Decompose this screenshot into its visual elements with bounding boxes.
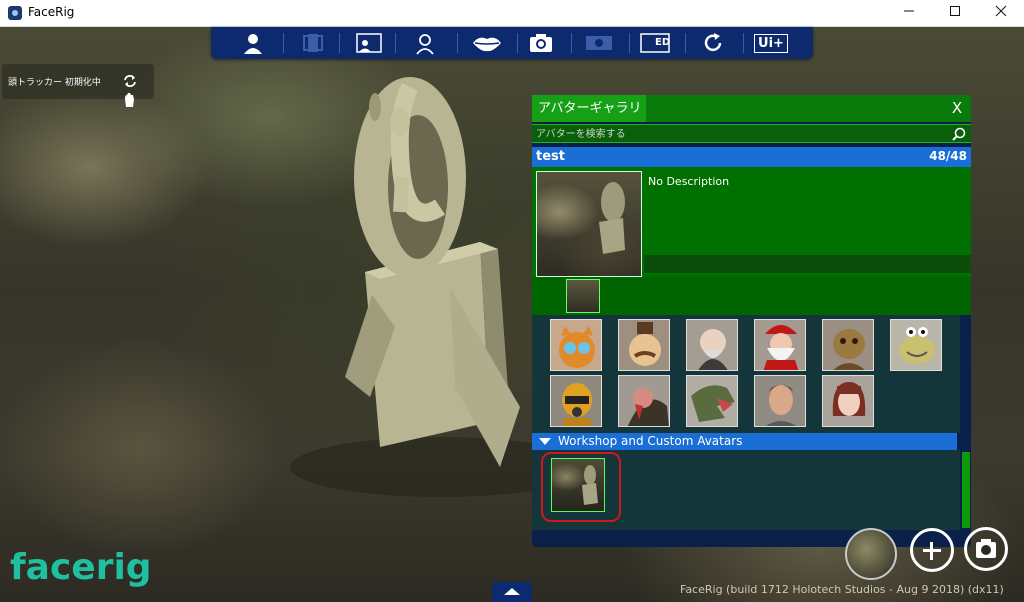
avatar-count: 48/48: [929, 149, 967, 163]
build-info: FaceRig (build 1712 Holotech Studios - A…: [680, 583, 1004, 596]
hand-icon[interactable]: [123, 92, 135, 108]
toolbar-separator: [571, 33, 572, 53]
man-avatar[interactable]: [754, 375, 806, 427]
selected-avatar-preview: [536, 171, 642, 277]
tracking-icon: [416, 34, 434, 55]
avatar-gallery-panel: アバターギャラリー X test 48/48 No Description: [532, 95, 971, 547]
refresh-icon[interactable]: [123, 74, 137, 88]
toolbar-separator: [283, 33, 284, 53]
selected-avatar-name: test: [536, 149, 565, 164]
worm-face-icon: [899, 327, 935, 364]
reset-icon: [704, 33, 722, 52]
detail-strip: [644, 255, 971, 273]
toolbar-separator: [339, 33, 340, 53]
facerig-logo: facerig: [10, 547, 152, 588]
film-icon: [586, 36, 612, 50]
turkey-avatar[interactable]: [618, 375, 670, 427]
avatar-preview-button[interactable]: [845, 528, 897, 580]
facerig-app-icon: [8, 6, 22, 20]
reset-tab[interactable]: [689, 29, 737, 57]
santa-avatar[interactable]: [754, 319, 806, 371]
avatar-variant-thumb[interactable]: [566, 279, 600, 313]
toolbar-separator: [457, 33, 458, 53]
old-man-avatar[interactable]: [686, 319, 738, 371]
dinosaur-face-icon: [691, 385, 735, 422]
orange-cat-avatar[interactable]: [550, 319, 602, 371]
toolbar-separator: [629, 33, 630, 53]
expand-panel-tab[interactable]: [492, 582, 532, 602]
background-tab[interactable]: [289, 29, 337, 57]
tracker-status-box: 頭トラッカー 初期化中: [2, 64, 154, 107]
old-man-face-icon: [698, 329, 728, 370]
search-icon[interactable]: [952, 127, 966, 141]
ui-plus-tab[interactable]: Ui+: [747, 29, 795, 57]
woman-face-icon: [832, 382, 866, 416]
camera-icon: [530, 34, 552, 52]
goblin-face-icon: [833, 329, 865, 370]
avatar-variant-row: [532, 277, 971, 315]
background-icon: [303, 34, 323, 52]
avatar-grid: [532, 315, 960, 433]
camera-capture-icon: [976, 539, 996, 558]
window-title: FaceRig: [28, 5, 75, 19]
scene-icon: [356, 33, 382, 53]
main-toolbar: ED Ui+: [211, 27, 813, 59]
robot-avatar[interactable]: [550, 375, 602, 427]
avatar-detail: No Description: [532, 167, 971, 277]
avatar-description: No Description: [648, 175, 730, 188]
avatar-search-bar: [532, 124, 971, 144]
camera-capture-button[interactable]: [964, 527, 1008, 571]
scene-tab[interactable]: [345, 29, 393, 57]
worm-avatar[interactable]: [890, 319, 942, 371]
toolbar-separator: [743, 33, 744, 53]
maximize-button[interactable]: [932, 0, 978, 26]
close-window-button[interactable]: [978, 0, 1024, 26]
toolbar-separator: [685, 33, 686, 53]
robot-face-icon: [561, 383, 593, 426]
avatar-tab[interactable]: [229, 29, 277, 57]
minimize-icon: [904, 10, 914, 12]
workshop-avatar-list: [532, 450, 960, 530]
toolbar-separator: [395, 33, 396, 53]
mustache-man-avatar[interactable]: [618, 319, 670, 371]
tracker-icons: [123, 73, 154, 112]
add-button[interactable]: [910, 528, 954, 572]
close-icon: [995, 5, 1007, 17]
ed-label: ED: [655, 37, 671, 48]
minimize-button[interactable]: [886, 0, 932, 26]
red-highlight-annotation: [541, 452, 621, 522]
avatar-search-input[interactable]: [532, 125, 948, 144]
snapshot-tab[interactable]: [517, 29, 565, 57]
gallery-title-tab[interactable]: アバターギャラリー: [532, 95, 646, 143]
collapse-arrow-icon: [539, 438, 551, 445]
window-title-bar: FaceRig: [0, 0, 1024, 27]
goblin-avatar[interactable]: [822, 319, 874, 371]
man-face-icon: [765, 385, 797, 426]
record-tab[interactable]: [575, 29, 623, 57]
dinosaur-avatar[interactable]: [686, 375, 738, 427]
gallery-scroll-thumb[interactable]: [962, 452, 970, 528]
selected-avatar-bar: test 48/48: [532, 147, 971, 167]
mustache-face-icon: [629, 322, 661, 366]
avatar-thumbnail-figure: [599, 182, 625, 254]
maximize-icon: [950, 6, 960, 16]
tracking-tab[interactable]: [401, 29, 449, 57]
gallery-header: アバターギャラリー X: [532, 95, 971, 143]
tracker-status-text: 頭トラッカー 初期化中: [8, 78, 101, 88]
ui-plus-icon: Ui+: [754, 33, 788, 53]
workshop-section-header[interactable]: Workshop and Custom Avatars: [532, 433, 957, 450]
ed-tab[interactable]: ED: [631, 29, 679, 57]
woman-avatar[interactable]: [822, 375, 874, 427]
workshop-section-label: Workshop and Custom Avatars: [558, 434, 743, 448]
gallery-close-button[interactable]: X: [947, 98, 967, 118]
avatar-icon: [244, 34, 262, 54]
lips-tab[interactable]: [463, 29, 511, 57]
santa-face-icon: [763, 325, 799, 370]
lips-icon: [473, 37, 501, 52]
turkey-face-icon: [627, 388, 669, 426]
cat-face-icon: [559, 326, 595, 368]
